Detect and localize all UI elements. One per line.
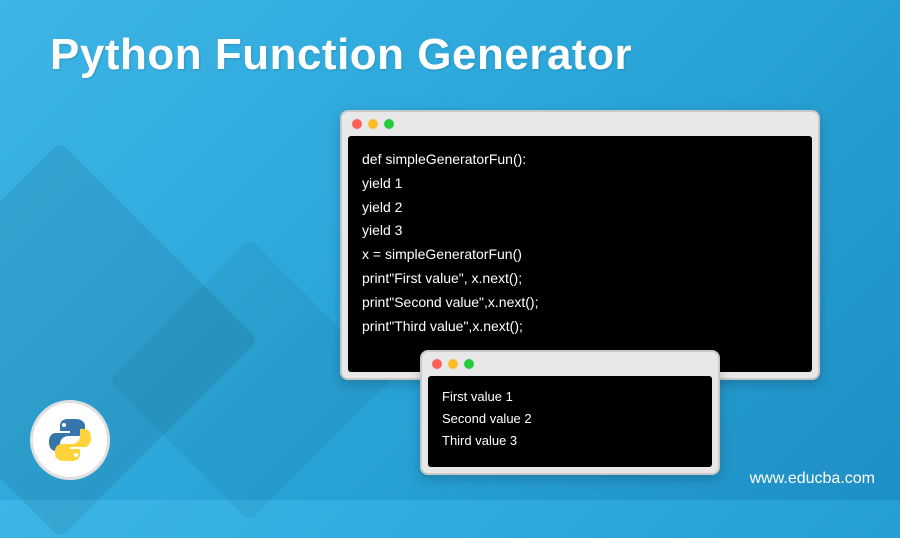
code-line: yield 2 xyxy=(362,196,798,220)
window-titlebar xyxy=(422,352,718,376)
code-line: print"First value", x.next(); xyxy=(362,267,798,291)
code-terminal: def simpleGeneratorFun(): yield 1 yield … xyxy=(348,136,812,372)
minimize-icon xyxy=(368,119,378,129)
code-line: x = simpleGeneratorFun() xyxy=(362,243,798,267)
maximize-icon xyxy=(384,119,394,129)
close-icon xyxy=(352,119,362,129)
code-window: def simpleGeneratorFun(): yield 1 yield … xyxy=(340,110,820,380)
maximize-icon xyxy=(464,359,474,369)
code-line: yield 3 xyxy=(362,219,798,243)
code-line: yield 1 xyxy=(362,172,798,196)
footer-url: www.educba.com xyxy=(750,470,875,488)
output-terminal: First value 1 Second value 2 Third value… xyxy=(428,376,712,467)
window-titlebar xyxy=(342,112,818,136)
python-icon xyxy=(45,415,95,465)
output-line: First value 1 xyxy=(442,386,698,408)
code-line: def simpleGeneratorFun(): xyxy=(362,148,798,172)
code-line: print"Second value",x.next(); xyxy=(362,291,798,315)
output-window: First value 1 Second value 2 Third value… xyxy=(420,350,720,475)
page-title: Python Function Generator xyxy=(50,30,632,80)
output-line: Second value 2 xyxy=(442,408,698,430)
code-line: print"Third value",x.next(); xyxy=(362,315,798,339)
close-icon xyxy=(432,359,442,369)
python-logo-icon xyxy=(30,400,110,480)
output-line: Third value 3 xyxy=(442,430,698,452)
minimize-icon xyxy=(448,359,458,369)
